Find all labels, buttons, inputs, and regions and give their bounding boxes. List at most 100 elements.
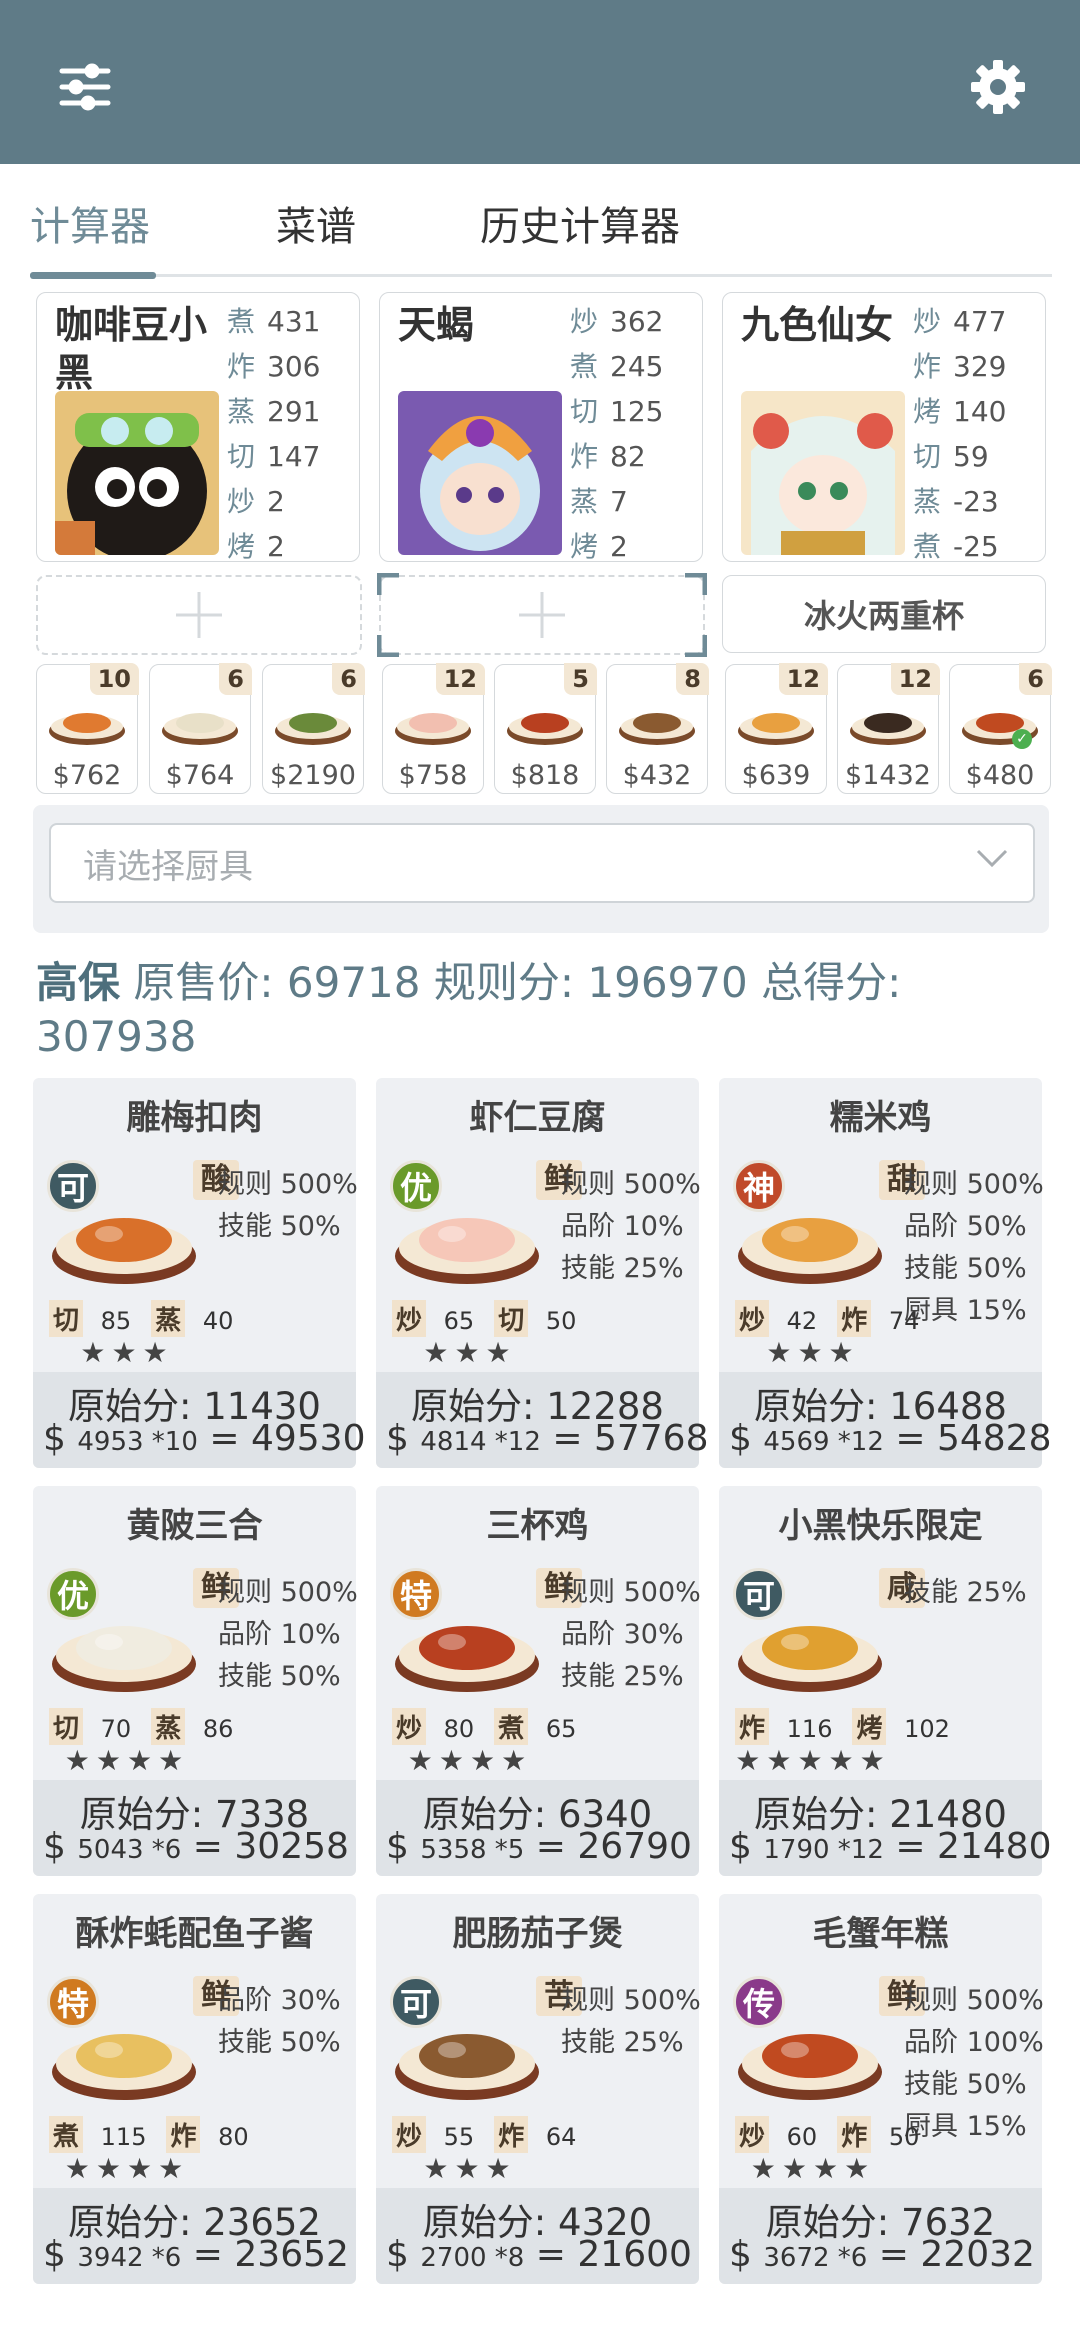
- skill-row: 切 147: [227, 440, 321, 473]
- skill-row: 炸 82: [570, 440, 646, 473]
- skill-requirements: 炒 60 炸 50: [735, 2116, 939, 2153]
- bonus-line: 技能 50%: [218, 1211, 341, 1242]
- price-calc: $ 4814 *12 = 57768: [386, 1418, 709, 1459]
- chef-card[interactable]: 天蝎 炒 362 煮 245 切 125 炸 82 蒸7 烤2: [379, 292, 703, 563]
- tab-recipes[interactable]: 菜谱: [276, 194, 356, 252]
- dish-quantity: 6: [219, 663, 252, 695]
- price-calc: $ 2700 *8 = 21600: [386, 2234, 692, 2275]
- bonus-line: 规则 500%: [561, 1577, 701, 1608]
- skill-row: 蒸 291: [227, 395, 321, 428]
- bonus-line: 品阶 50%: [904, 1211, 1027, 1242]
- skill-requirements: 炒 65 切 50: [392, 1300, 596, 1337]
- chef-card[interactable]: 咖啡豆小黑 煮 431 炸 306 蒸 291 切 147 炒2 烤2: [36, 292, 360, 563]
- recipe-card[interactable]: 雕梅扣肉可酸规则 500% 技能 50% 切 85 蒸 40 ★★★ 原始分: 11430…: [33, 1078, 365, 1468]
- selected-dish-tile[interactable]: 5 $818: [494, 663, 597, 794]
- rarity-badge: 可: [733, 1568, 785, 1620]
- rarity-badge: 可: [390, 1976, 442, 2028]
- bonus-line: 规则 500%: [218, 1169, 358, 1200]
- skill-req: 炸 116: [735, 1708, 842, 1745]
- dish-price: $432: [622, 760, 692, 791]
- filter-sliders-icon[interactable]: [50, 52, 120, 122]
- recipe-card[interactable]: 虾仁豆腐优鲜规则 500% 品阶 10% 技能 25% 炒 65 切 50 ★★★ 原始分:…: [376, 1078, 709, 1468]
- recipe-card[interactable]: 三杯鸡特鲜规则 500% 品阶 30% 技能 25% 炒 80 煮 65 ★★★★ 原始分:…: [376, 1486, 701, 1876]
- bonus-line: 品阶 100%: [904, 2027, 1044, 2058]
- score-footer: 原始分: 12288 $ 4814 *12 = 57768: [376, 1372, 709, 1468]
- bonus-line: 技能 50%: [904, 2069, 1027, 2100]
- chef-portrait: [398, 391, 562, 555]
- skill-req: 炒 55: [392, 2116, 484, 2153]
- skill-row: 烤 140: [913, 395, 1007, 428]
- star-rating: ★★★★: [407, 1744, 533, 1777]
- dish-icon: [507, 713, 583, 745]
- bonus-line: 规则 500%: [218, 1577, 358, 1608]
- dish-price: $480: [965, 760, 1035, 791]
- skill-row: 切 59: [913, 440, 989, 473]
- score-summary: 高保 原售价: 69718 规则分: 196970 总得分: 307938: [36, 958, 902, 1061]
- gear-icon[interactable]: [963, 52, 1033, 122]
- star-rating: ★★★★★: [735, 1744, 891, 1777]
- bonus-line: 技能 50%: [904, 1253, 1027, 1284]
- rarity-badge: 可: [47, 1160, 99, 1212]
- selected-dish-tile[interactable]: 12 $639: [725, 663, 828, 794]
- selected-dish-tile[interactable]: 6 $480 ✓: [949, 663, 1052, 794]
- bonus-line: 品阶 30%: [561, 1619, 684, 1650]
- equipment-button[interactable]: 冰火两重杯: [722, 575, 1046, 653]
- recipe-card[interactable]: 小黑快乐限定可咸技能 25% 炸 116 烤 102 ★★★★★ 原始分: 21480 $…: [719, 1486, 1051, 1876]
- skill-row: 炸 329: [913, 350, 1007, 383]
- recipe-card[interactable]: 糯米鸡神甜规则 500% 品阶 50% 技能 50% 厨具 15% 炒 42 炸 74 ★★…: [719, 1078, 1052, 1468]
- selected-dish-tile[interactable]: 12 $758: [382, 663, 485, 794]
- selected-dish-tile[interactable]: 6 $2190: [262, 663, 365, 794]
- chef-portrait: [741, 391, 905, 555]
- bonus-line: 技能 25%: [904, 1577, 1027, 1608]
- check-icon: ✓: [1012, 729, 1032, 749]
- dish-price: $1432: [845, 760, 931, 791]
- recipe-card[interactable]: 黄陂三合优鲜规则 500% 品阶 10% 技能 50% 切 70 蒸 86 ★★★★ 原始分…: [33, 1486, 358, 1876]
- recipe-name: 虾仁豆腐: [469, 1098, 606, 1138]
- chef-card[interactable]: 九色仙女 炒 477 炸 329 烤 140 切 59 蒸 -23 煮 -25: [722, 292, 1046, 563]
- dish-price: $764: [165, 760, 235, 791]
- bonus-list: 规则 500% 品阶 10% 技能 50%: [218, 1572, 358, 1698]
- tab-calculator[interactable]: 计算器: [30, 194, 150, 252]
- star-rating: ★★★★: [64, 1744, 190, 1777]
- score-footer: 原始分: 4320 $ 2700 *8 = 21600: [376, 2188, 699, 2284]
- selected-dish-tile[interactable]: 12 $1432: [837, 663, 940, 794]
- tab-active-indicator: [30, 272, 156, 279]
- recipe-card[interactable]: 毛蟹年糕传鲜规则 500% 品阶 100% 技能 50% 厨具 15% 炒 60 炸 50…: [719, 1894, 1044, 2284]
- recipe-name: 肥肠茄子煲: [452, 1914, 623, 1954]
- dish-price: $758: [398, 760, 468, 791]
- dish-quantity: 6: [332, 663, 365, 695]
- cookware-select[interactable]: 请选择厨具: [49, 823, 1035, 903]
- chef-name: 咖啡豆小黑: [55, 303, 208, 395]
- skill-row: 煮 431: [227, 305, 321, 338]
- add-equipment-slot-selected[interactable]: [377, 573, 707, 657]
- dish-price: $762: [52, 760, 122, 791]
- selected-dish-tile[interactable]: 8 $432: [606, 663, 709, 794]
- bonus-line: 规则 500%: [561, 1169, 701, 1200]
- skill-req: 炸 64: [494, 2116, 586, 2153]
- add-equipment-slot[interactable]: [36, 575, 362, 655]
- dish-quantity: 10: [89, 663, 139, 695]
- tab-bar: 计算器 菜谱 历史计算器: [0, 164, 1080, 280]
- skill-req: 炒 65: [392, 1300, 484, 1337]
- price-calc: $ 4569 *12 = 54828: [729, 1418, 1052, 1459]
- bonus-line: 品阶 30%: [218, 1985, 341, 2016]
- dish-quantity: 8: [676, 663, 709, 695]
- bonus-line: 技能 25%: [561, 2027, 684, 2058]
- selected-dish-tile[interactable]: 10 $762: [36, 663, 139, 794]
- recipe-card[interactable]: 肥肠茄子煲可苦规则 500% 技能 25% 炒 55 炸 64 ★★★ 原始分: 4320…: [376, 1894, 701, 2284]
- tab-history-calculator[interactable]: 历史计算器: [480, 194, 680, 252]
- star-rating: ★★★: [423, 2152, 517, 2185]
- rule-score: 196970: [587, 958, 748, 1007]
- skill-req: 炸 80: [166, 2116, 258, 2153]
- rarity-badge: 神: [733, 1160, 785, 1212]
- selected-dish-tile[interactable]: 6 $764: [149, 663, 252, 794]
- recipe-card[interactable]: 酥炸蚝配鱼子酱特鲜品阶 30% 技能 50% 煮 115 炸 80 ★★★★ 原始分: 2…: [33, 1894, 356, 2284]
- skill-requirements: 切 85 蒸 40: [49, 1300, 253, 1337]
- skill-row: 蒸7: [570, 485, 628, 518]
- skill-row: 煮 -25: [913, 530, 999, 563]
- bonus-list: 品阶 30% 技能 50%: [218, 1980, 341, 2064]
- bonus-list: 规则 500% 品阶 10% 技能 25%: [561, 1164, 701, 1290]
- skill-row: 切 125: [570, 395, 664, 428]
- dish-price: $2190: [270, 760, 356, 791]
- dish-quantity: 12: [778, 663, 828, 695]
